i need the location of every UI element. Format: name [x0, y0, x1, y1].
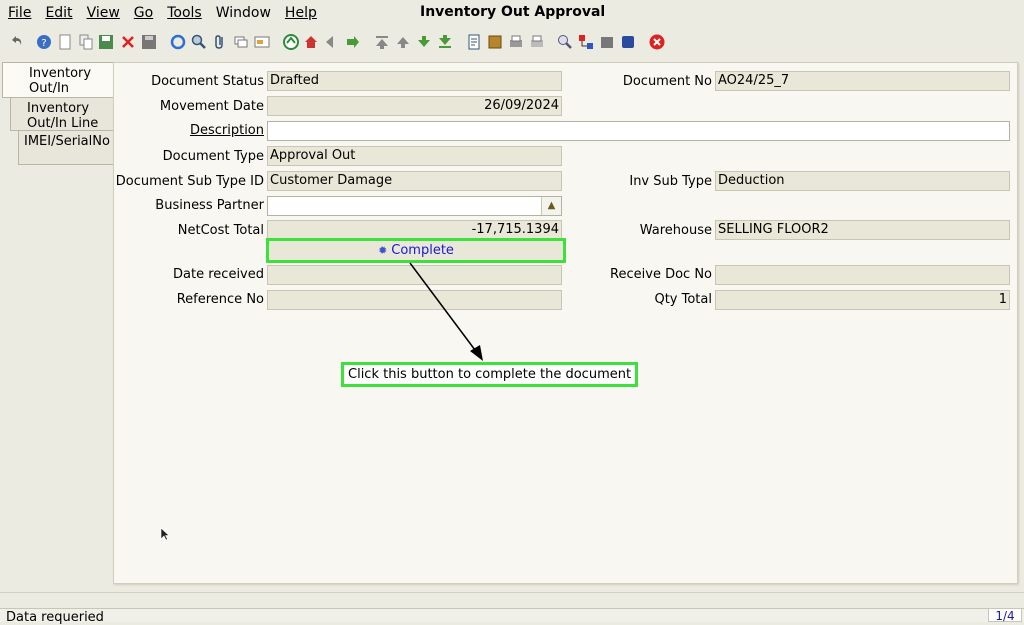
reference-no-label: Reference No: [176, 292, 264, 307]
back-icon[interactable]: [324, 34, 340, 50]
status-bar: [0, 608, 1024, 622]
tab-inventory-out-in[interactable]: Inventory Out/In: [2, 62, 114, 98]
menu-view[interactable]: View: [87, 5, 120, 21]
mouse-cursor-icon: [160, 527, 170, 541]
inv-sub-type-field[interactable]: Deduction: [715, 171, 1010, 191]
parent-record-icon[interactable]: [303, 34, 319, 50]
menu-tools[interactable]: Tools: [167, 5, 202, 21]
date-received-field[interactable]: [267, 265, 562, 285]
divider: [0, 592, 1024, 593]
menu-edit[interactable]: Edit: [45, 5, 72, 21]
chat-icon[interactable]: [233, 34, 249, 50]
last-record-icon[interactable]: [437, 34, 453, 50]
netcost-total-field: -17,715.1394: [267, 220, 562, 240]
tab-inventory-out-in-line[interactable]: Inventory Out/In Line: [10, 97, 114, 131]
status-message: Data requeried: [6, 610, 104, 625]
reference-no-field[interactable]: [267, 290, 562, 310]
document-sub-type-field[interactable]: Customer Damage: [267, 171, 562, 191]
business-partner-input[interactable]: ▲: [267, 196, 562, 216]
document-no-field[interactable]: AO24/25_7: [715, 71, 1010, 91]
complete-button[interactable]: ✹ Complete: [266, 238, 566, 263]
first-record-icon[interactable]: [374, 34, 390, 50]
document-no-label: Document No: [622, 74, 712, 89]
refresh-icon[interactable]: [170, 34, 186, 50]
qty-total-label: Qty Total: [654, 292, 712, 307]
print-preview-icon[interactable]: [508, 34, 524, 50]
warehouse-field[interactable]: SELLING FLOOR2: [715, 220, 1010, 240]
forward-icon[interactable]: [345, 34, 361, 50]
qty-total-field: 1: [715, 290, 1010, 310]
menu-go[interactable]: Go: [134, 5, 153, 21]
movement-date-label: Movement Date: [159, 99, 264, 114]
document-type-field[interactable]: Approval Out: [267, 146, 562, 166]
copy-record-icon[interactable]: [78, 34, 94, 50]
product-info-icon[interactable]: [620, 34, 636, 50]
home-icon[interactable]: [283, 34, 299, 50]
document-status-label: Document Status: [151, 74, 264, 89]
record-page-indicator: 1/4: [988, 608, 1022, 623]
gear-icon: ✹: [378, 244, 388, 257]
report-icon[interactable]: [466, 34, 482, 50]
tab-imei-serialno[interactable]: IMEI/SerialNo: [18, 130, 114, 165]
archive-icon[interactable]: [487, 34, 503, 50]
document-status-field[interactable]: Drafted: [267, 71, 562, 91]
close-window-icon[interactable]: [649, 34, 665, 50]
previous-record-icon[interactable]: [395, 34, 411, 50]
save-icon[interactable]: [98, 34, 114, 50]
description-label: Description: [189, 123, 264, 138]
delete-icon[interactable]: [120, 34, 136, 50]
workflow-icon[interactable]: [578, 34, 594, 50]
document-sub-type-label: Document Sub Type ID: [115, 174, 264, 189]
document-type-label: Document Type: [162, 149, 264, 164]
netcost-total-label: NetCost Total: [177, 223, 264, 238]
zoom-across-icon[interactable]: [557, 34, 573, 50]
next-record-icon[interactable]: [416, 34, 432, 50]
business-partner-label: Business Partner: [155, 198, 264, 213]
annotation-note: Click this button to complete the docume…: [341, 362, 639, 387]
receive-doc-no-field[interactable]: [715, 265, 1010, 285]
receive-doc-no-label: Receive Doc No: [610, 267, 712, 282]
menu-file[interactable]: File: [8, 5, 31, 21]
save-disk-icon[interactable]: [141, 34, 157, 50]
attachment-icon[interactable]: [212, 34, 228, 50]
menu-window[interactable]: Window: [216, 5, 271, 21]
description-input[interactable]: [267, 121, 1010, 141]
business-partner-lookup-icon[interactable]: ▲: [541, 197, 561, 215]
inv-sub-type-label: Inv Sub Type: [629, 174, 712, 189]
date-received-label: Date received: [173, 267, 264, 282]
request-icon[interactable]: [599, 34, 615, 50]
warehouse-label: Warehouse: [639, 223, 712, 238]
history-icon[interactable]: [254, 34, 270, 50]
print-icon[interactable]: [529, 34, 545, 50]
menu-help[interactable]: Help: [285, 5, 317, 21]
window-title: Inventory Out Approval: [420, 4, 606, 20]
svg-text:?: ?: [41, 38, 46, 49]
help-icon[interactable]: ?: [36, 34, 52, 50]
undo-icon[interactable]: [8, 34, 24, 50]
find-icon[interactable]: [191, 34, 207, 50]
new-record-icon[interactable]: [57, 34, 73, 50]
complete-button-label: Complete: [391, 243, 454, 258]
movement-date-field[interactable]: 26/09/2024: [267, 96, 562, 116]
